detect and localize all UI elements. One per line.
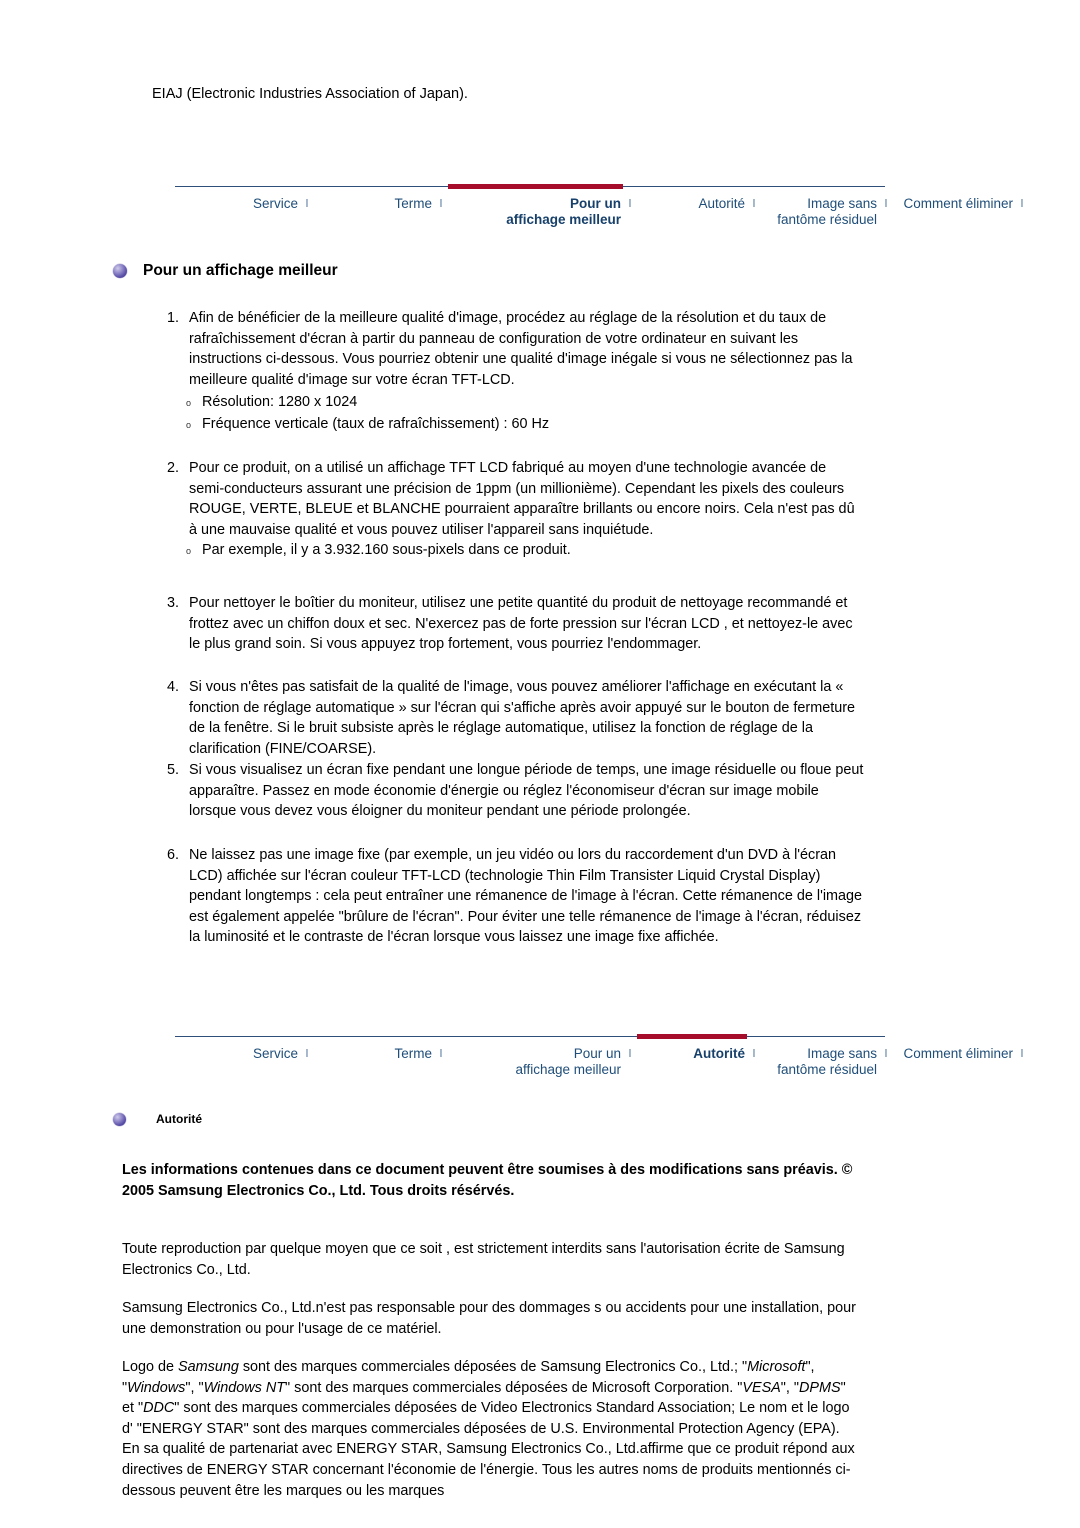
trademark-ddc: DDC bbox=[143, 1400, 175, 1417]
nav-items-bottom: Service l Terme l Pour un affichage meil… bbox=[175, 1034, 1023, 1095]
nav-label-pour-un: Pour un bbox=[573, 1046, 621, 1061]
nav-label-affichage-meilleur: affichage meilleur bbox=[515, 1062, 621, 1077]
section-heading-authority: Autorité bbox=[113, 1112, 202, 1126]
list-text-2: Pour ce produit, on a utilisé un afficha… bbox=[189, 460, 855, 538]
nav-separator: l bbox=[752, 1048, 756, 1060]
trademark-t8: " sont des marques commerciales déposées… bbox=[122, 1400, 855, 1499]
reproduction-notice: Toute reproduction par quelque moyen que… bbox=[122, 1241, 845, 1278]
nav-label-service: Service bbox=[252, 196, 298, 211]
nav-label-autorite: Autorité bbox=[698, 196, 745, 211]
nav-label-pour-un: Pour un bbox=[570, 196, 621, 211]
sub-list-text-subpixels: Par exemple, il y a 3.932.160 sous-pixel… bbox=[202, 542, 571, 558]
nav-label-image-sans: Image sans bbox=[807, 196, 877, 211]
nav-items-top: Service l Terme l Pour un affichage meil… bbox=[175, 184, 1023, 245]
trademark-dpms: DPMS bbox=[799, 1379, 841, 1396]
nav-separator: l bbox=[884, 198, 888, 210]
list-text-4: Si vous n'êtes pas satisfait de la quali… bbox=[189, 679, 856, 757]
circle-marker-icon: o bbox=[186, 398, 192, 408]
list-item-1: 1. Afin de bénéficier de la meilleure qu… bbox=[152, 308, 864, 390]
nav-item-terme[interactable]: Terme bbox=[314, 187, 434, 212]
nav-separator: l bbox=[439, 198, 443, 210]
list-text-5: Si vous visualisez un écran fixe pendant… bbox=[189, 762, 864, 820]
nav-item-autorite[interactable]: Autorité bbox=[637, 1034, 747, 1062]
sub-list-item: o Résolution: 1280 x 1024 bbox=[180, 392, 864, 414]
document-page: EIAJ (Electronic Industries Association … bbox=[0, 0, 1080, 1528]
trademark-t1: Logo de bbox=[122, 1359, 179, 1375]
nav-separator: l bbox=[752, 198, 756, 210]
nav-separator: l bbox=[305, 1048, 309, 1060]
nav-item-service[interactable]: Service bbox=[175, 1037, 300, 1062]
trademark-microsoft: Microsoft bbox=[747, 1359, 806, 1375]
sub-list-text-resolution: Résolution: 1280 x 1024 bbox=[202, 394, 358, 410]
nav-label-comment-eliminer: Comment éliminer bbox=[903, 196, 1013, 211]
nav-separator: l bbox=[439, 1048, 443, 1060]
nav-label-affichage-meilleur: affichage meilleur bbox=[506, 212, 621, 227]
nav-item-terme[interactable]: Terme bbox=[314, 1037, 434, 1062]
list-item-6: 6. Ne laissez pas une image fixe (par ex… bbox=[152, 845, 864, 948]
section-heading-display: Pour un affichage meilleur bbox=[113, 262, 338, 280]
list-number-2: 2. bbox=[166, 460, 179, 476]
nav-separator: l bbox=[628, 198, 632, 210]
list-item-4: 4. Si vous n'êtes pas satisfait de la qu… bbox=[152, 677, 864, 759]
intro-text: EIAJ (Electronic Industries Association … bbox=[152, 86, 468, 102]
bullet-orb-icon bbox=[113, 1112, 126, 1126]
liability-notice: Samsung Electronics Co., Ltd.n'est pas r… bbox=[122, 1300, 856, 1337]
sub-list-resolution: o Résolution: 1280 x 1024 o Fréquence ve… bbox=[180, 392, 864, 436]
trademark-t2: sont des marques commerciales déposées d… bbox=[238, 1359, 748, 1375]
nav-label-terme: Terme bbox=[394, 196, 432, 211]
copyright-notice: Les informations contenues dans ce docum… bbox=[122, 1162, 853, 1199]
nav-item-pour-un-affichage-meilleur[interactable]: Pour un affichage meilleur bbox=[448, 1037, 623, 1078]
nav-separator: l bbox=[884, 1048, 888, 1060]
nav-item-comment-eliminer[interactable]: Comment éliminer bbox=[893, 1037, 1015, 1062]
nav-item-comment-eliminer[interactable]: Comment éliminer bbox=[893, 187, 1015, 212]
list-text-3: Pour nettoyer le boîtier du moniteur, ut… bbox=[189, 595, 853, 653]
list-number-5: 5. bbox=[166, 762, 179, 778]
list-item-3: 3. Pour nettoyer le boîtier du moniteur,… bbox=[152, 593, 864, 655]
nav-separator: l bbox=[305, 198, 309, 210]
bullet-orb-icon bbox=[113, 264, 127, 278]
circle-marker-icon: o bbox=[186, 420, 192, 430]
sub-list-subpixels: o Par exemple, il y a 3.932.160 sous-pix… bbox=[180, 540, 864, 562]
nav-separator: l bbox=[628, 1048, 632, 1060]
list-text-6: Ne laissez pas une image fixe (par exemp… bbox=[189, 847, 863, 946]
trademark-windows: Windows bbox=[127, 1379, 186, 1396]
nav-label-autorite: Autorité bbox=[693, 1046, 745, 1061]
nav-label-fantome-residuel: fantôme résiduel bbox=[777, 1062, 877, 1077]
trademark-notice: Logo de Samsung sont des marques commerc… bbox=[122, 1357, 860, 1501]
section-title-authority: Autorité bbox=[156, 1112, 202, 1126]
trademark-vesa: VESA bbox=[742, 1379, 781, 1396]
list-number-6: 6. bbox=[166, 847, 179, 863]
nav-separator: l bbox=[1020, 198, 1024, 210]
list-number-4: 4. bbox=[166, 679, 179, 695]
trademark-samsung: Samsung bbox=[178, 1359, 239, 1375]
breadcrumb-nav-bottom: Service l Terme l Pour un affichage meil… bbox=[175, 1034, 1023, 1098]
trademark-t4: ", " bbox=[185, 1379, 204, 1396]
section-title-display: Pour un affichage meilleur bbox=[143, 262, 338, 279]
nav-item-pour-un-affichage-meilleur[interactable]: Pour un affichage meilleur bbox=[448, 184, 623, 228]
nav-label-fantome-residuel: fantôme résiduel bbox=[777, 212, 877, 227]
sub-list-item: o Par exemple, il y a 3.932.160 sous-pix… bbox=[180, 540, 864, 562]
nav-label-comment-eliminer: Comment éliminer bbox=[903, 1046, 1013, 1061]
nav-label-terme: Terme bbox=[394, 1046, 432, 1061]
nav-item-autorite[interactable]: Autorité bbox=[637, 187, 747, 212]
trademark-windows-nt: Windows NT bbox=[203, 1379, 286, 1396]
nav-separator: l bbox=[1020, 1048, 1024, 1060]
sub-list-item: o Fréquence verticale (taux de rafraîchi… bbox=[180, 414, 864, 436]
trademark-t6: ", " bbox=[780, 1379, 799, 1396]
trademark-t5: " sont des marques commerciales déposées… bbox=[285, 1379, 743, 1396]
nav-item-service[interactable]: Service bbox=[175, 187, 300, 212]
nav-label-image-sans: Image sans bbox=[807, 1046, 877, 1061]
sub-list-text-frequence: Fréquence verticale (taux de rafraîchiss… bbox=[202, 416, 550, 432]
circle-marker-icon: o bbox=[186, 546, 192, 556]
list-item-5: 5. Si vous visualisez un écran fixe pend… bbox=[152, 760, 864, 822]
nav-item-image-sans-fantome-residuel[interactable]: Image sans fantôme résiduel bbox=[761, 1037, 879, 1078]
breadcrumb-nav-top: Service l Terme l Pour un affichage meil… bbox=[175, 184, 1023, 248]
nav-item-image-sans-fantome-residuel[interactable]: Image sans fantôme résiduel bbox=[761, 187, 879, 228]
list-number-3: 3. bbox=[166, 595, 179, 611]
nav-label-service: Service bbox=[252, 1046, 298, 1061]
list-item-2: 2. Pour ce produit, on a utilisé un affi… bbox=[152, 458, 864, 540]
list-number-1: 1. bbox=[166, 310, 179, 326]
list-text-1: Afin de bénéficier de la meilleure quali… bbox=[189, 310, 853, 388]
